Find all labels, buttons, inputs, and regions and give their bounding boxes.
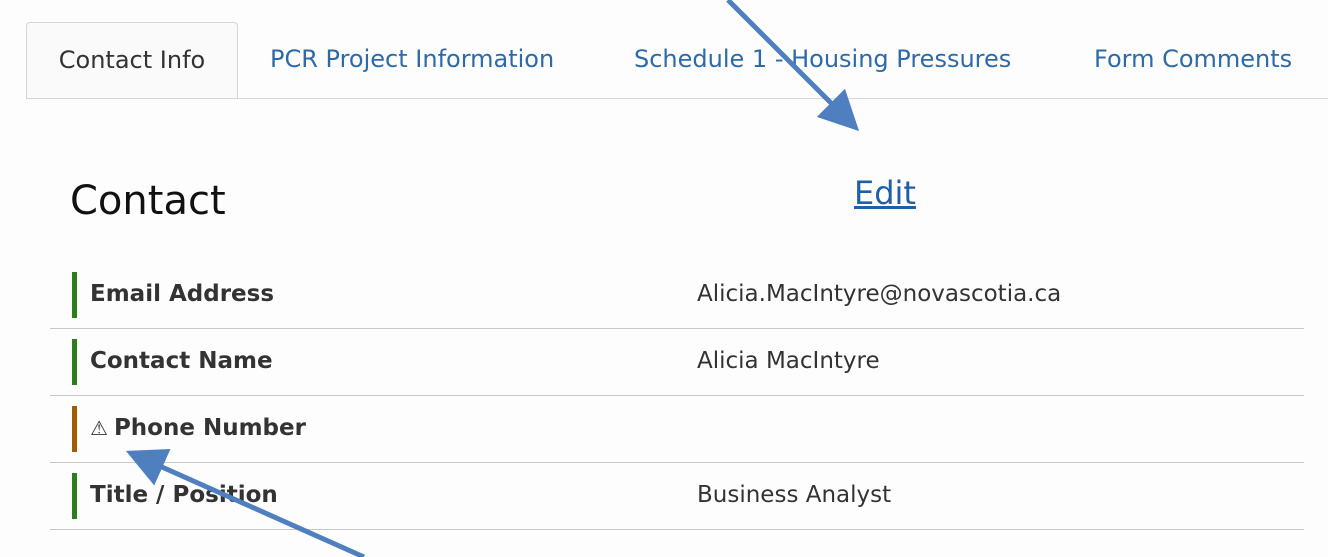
- field-row-title-position: Title / Position Business Analyst: [50, 463, 1304, 530]
- field-row-phone-number: ⚠ Phone Number: [50, 396, 1304, 463]
- field-label: Title / Position: [90, 482, 278, 508]
- field-label: Phone Number: [113, 415, 306, 441]
- field-value: Alicia MacIntyre: [697, 348, 880, 374]
- field-value: Alicia.MacIntyre@novascotia.ca: [697, 281, 1062, 307]
- tab-pcr-project-information[interactable]: PCR Project Information: [270, 22, 554, 98]
- tab-form-comments[interactable]: Form Comments: [1094, 22, 1292, 98]
- tab-schedule-1-housing-pressures[interactable]: Schedule 1 - Housing Pressures: [634, 22, 1011, 98]
- tab-bar: Contact Info PCR Project Information Sch…: [26, 22, 1328, 99]
- section-title: Contact: [70, 178, 226, 224]
- field-label: Contact Name: [90, 348, 273, 374]
- status-bar-warning: [72, 406, 77, 452]
- tab-contact-info[interactable]: Contact Info: [26, 22, 238, 99]
- status-bar-ok: [72, 272, 77, 318]
- field-value: Business Analyst: [697, 482, 892, 508]
- edit-link[interactable]: Edit: [854, 174, 916, 212]
- field-row-email: Email Address Alicia.MacIntyre@novascoti…: [50, 262, 1304, 329]
- field-label: Email Address: [90, 281, 275, 307]
- warning-icon: ⚠: [90, 416, 108, 440]
- field-label-with-icon: ⚠ Phone Number: [90, 396, 306, 460]
- field-row-contact-name: Contact Name Alicia MacIntyre: [50, 329, 1304, 396]
- contact-fields: Email Address Alicia.MacIntyre@novascoti…: [50, 262, 1304, 530]
- form-panel: Contact Info PCR Project Information Sch…: [0, 0, 1328, 557]
- status-bar-ok: [72, 473, 77, 519]
- status-bar-ok: [72, 339, 77, 385]
- tab-divider: [26, 98, 1328, 99]
